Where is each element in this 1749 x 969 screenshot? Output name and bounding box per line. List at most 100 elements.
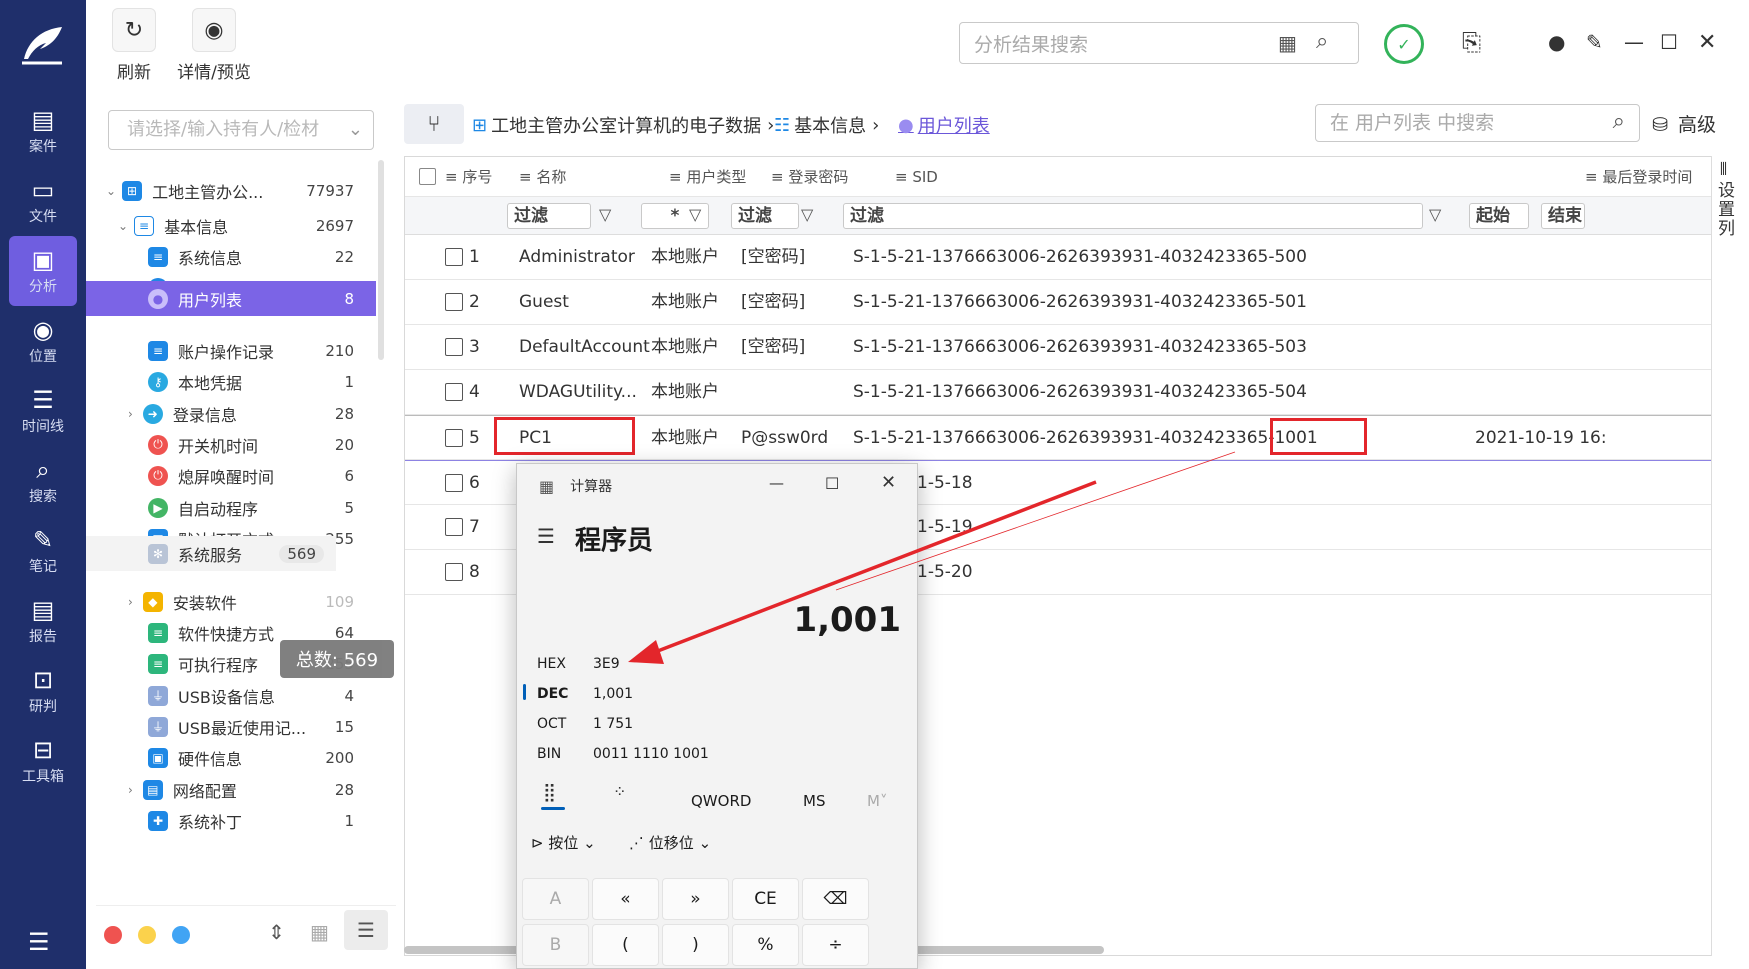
table-search-input[interactable]: 在 用户列表 中搜索 ⌕ [1315,104,1640,142]
key-percent[interactable]: % [732,924,799,966]
filter-icon[interactable]: ▽ [689,205,701,224]
breadcrumb-item-evidence[interactable]: ⊞ 工地主管办公室计算机的电子数据 › [472,112,774,138]
row-checkbox[interactable] [445,474,463,492]
tree-item-autostart[interactable]: ▶ 自启动程序 5 [96,490,376,525]
key-left-shift[interactable]: « [592,878,659,920]
table-row[interactable]: 1 Administrator 本地账户 [空密码] S-1-5-21-1376… [405,235,1712,280]
tree-item-local-credential[interactable]: ⚷ 本地凭据 1 [96,364,376,399]
tree-item-user-list[interactable]: ● 用户列表 8 [86,281,376,316]
start-date-filter[interactable]: 起始 [1469,203,1529,229]
tree-item-installed-software[interactable]: › ◆ 安装软件 109 [96,584,376,619]
breadcrumb-item-user-list[interactable]: ● 用户列表 [898,112,990,138]
refresh-button[interactable]: ↻ 刷新 [94,8,174,83]
tree-item-power-time[interactable]: ⏻ 开关机时间 20 [96,427,376,462]
nav-file[interactable]: ▭ 文件 [0,166,86,236]
tree-item-account-ops[interactable]: ≡ 账户操作记录 210 [96,333,376,368]
row-checkbox[interactable] [445,383,463,401]
search-icon[interactable]: ⌕ [1316,29,1328,54]
analysis-search-input[interactable]: 分析结果搜索 ▦ ⌕ [959,22,1359,64]
column-header-name[interactable]: ≡ 名称 [519,157,566,197]
key-ce[interactable]: CE [732,878,799,920]
radix-hex[interactable]: HEX 3E9 [537,656,620,672]
minimize-icon[interactable]: — [1624,30,1644,54]
nav-search[interactable]: ⌕ 搜索 [0,446,86,516]
table-row[interactable]: 4 WDAGUtility... 本地账户 S-1-5-21-137666300… [405,370,1712,415]
nav-report[interactable]: ▤ 报告 [0,586,86,656]
expand-icon[interactable]: › [128,783,133,797]
full-keypad-icon[interactable]: ⣿ [543,782,556,803]
end-date-filter[interactable]: 结束 [1541,203,1585,229]
key-a[interactable]: A [522,878,589,920]
nav-case[interactable]: ▤ 案件 [0,96,86,166]
key-backspace[interactable]: ⌫ [802,878,869,920]
nav-timeline[interactable]: ☰ 时间线 [0,376,86,446]
close-icon[interactable]: ✕ [1698,30,1716,55]
tree-item-usb-recent[interactable]: ⏚ USB最近使用记... 15 [96,709,376,744]
shield-status-icon[interactable]: ✓ [1384,24,1424,64]
collapse-icon[interactable]: ⇕ [268,920,285,944]
breadcrumb-item-basic-info[interactable]: ☷ 基本信息 › [774,112,879,138]
key-b[interactable]: B [522,924,589,966]
maximize-icon[interactable]: ☐ [1660,30,1678,54]
bitshift-button[interactable]: ⋰ 位移位 ⌄ [629,832,711,853]
row-checkbox[interactable] [445,293,463,311]
row-checkbox[interactable] [445,518,463,536]
key-divide[interactable]: ÷ [802,924,869,966]
detail-preview-button[interactable]: ◉ 详情/预览 [174,8,254,83]
row-checkbox[interactable] [445,563,463,581]
tree-item-usb-devices[interactable]: ⏚ USB设备信息 4 [96,678,376,713]
search-icon[interactable]: ⌕ [1613,104,1625,140]
radix-bin[interactable]: BIN 0011 1110 1001 [537,746,709,762]
expand-icon[interactable]: ⌄ [118,219,128,233]
owner-select[interactable]: 请选择/输入持有人/检材 ⌄ [108,110,374,150]
filter-icon[interactable]: ▽ [1429,205,1441,224]
nav-toolbox[interactable]: ⊟ 工具箱 [0,726,86,796]
filter-icon[interactable]: ▽ [599,205,611,224]
pin-icon[interactable]: ✎ [1586,30,1603,54]
tree-scrollbar[interactable] [378,160,384,360]
blue-tag-icon[interactable] [172,926,190,944]
nav-analysis[interactable]: ▣ 分析 [9,236,77,306]
expand-icon[interactable]: ⌄ [106,184,116,198]
sid-filter-input[interactable]: 过滤 [843,203,1423,229]
nav-judge[interactable]: ⊡ 研判 [0,656,86,726]
column-header-last-login[interactable]: ≡ 最后登录时间 [1585,157,1692,197]
bit-toggle-keypad-icon[interactable]: ⁘ [613,782,626,801]
password-filter-input[interactable]: 过滤 [731,203,799,229]
filter-icon[interactable]: ▽ [801,205,813,224]
tree-item-root[interactable]: ⌄ ⊞ 工地主管办公... 77937 [96,173,376,208]
select-all-checkbox[interactable] [419,168,436,185]
list-view-icon[interactable]: ☰ [344,910,388,950]
radix-oct[interactable]: OCT 1 751 [537,716,633,732]
red-tag-icon[interactable] [104,926,122,944]
tree-item-sleep-wake[interactable]: ⏻ 熄屏唤醒时间 6 [96,458,376,493]
nav-note[interactable]: ✎ 笔记 [0,516,86,586]
row-checkbox[interactable] [445,429,463,447]
nav-location[interactable]: ◉ 位置 [0,306,86,376]
tree-item-system-info[interactable]: ≡ 系统信息 22 [96,239,376,274]
hamburger-menu-icon[interactable]: ☰ [28,928,50,956]
column-settings-button[interactable]: ⦀ 设置列 [1711,156,1735,956]
column-header-sid[interactable]: ≡ SID [895,157,938,197]
row-checkbox[interactable] [445,248,463,266]
minimize-icon[interactable]: — [769,474,784,492]
export-icon[interactable]: ⎘ [1462,28,1481,56]
branch-icon[interactable]: ⑂ [404,104,464,144]
yellow-tag-icon[interactable] [138,926,156,944]
tree-item-basic-info[interactable]: ⌄ ≡ 基本信息 2697 [96,208,376,243]
column-header-seq[interactable]: ≡ 序号 [445,157,492,197]
radix-dec[interactable]: DEC 1,001 [537,686,633,702]
key-close-paren[interactable]: ) [662,924,729,966]
column-header-password[interactable]: ≡ 登录密码 [771,157,848,197]
tree-item-network[interactable]: › ▤ 网络配置 28 [96,772,376,807]
table-row[interactable]: 2 Guest 本地账户 [空密码] S-1-5-21-1376663006-2… [405,280,1712,325]
hamburger-menu-icon[interactable]: ☰ [537,524,555,548]
column-header-type[interactable]: ≡ 用户类型 [669,157,746,197]
tree-item-system-services[interactable]: ✻ 系统服务 569 [86,536,336,571]
bitwise-button[interactable]: ⊳ 按位 ⌄ [531,832,596,853]
name-filter-input[interactable]: 过滤 [507,203,591,229]
word-size-button[interactable]: QWORD [691,792,751,810]
tree-item-patches[interactable]: ✚ 系统补丁 1 [96,803,376,838]
table-row[interactable]: 3 DefaultAccount 本地账户 [空密码] S-1-5-21-137… [405,325,1712,370]
user-icon[interactable]: ● [1548,30,1565,54]
